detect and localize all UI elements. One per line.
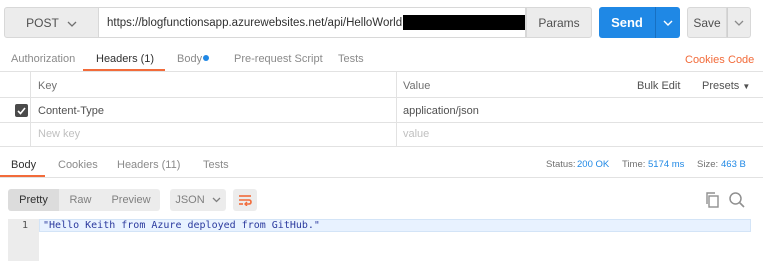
preview-button[interactable]: Preview (102, 189, 160, 211)
status-label: Status: (546, 159, 576, 170)
tab-response-body[interactable]: Body (11, 159, 36, 171)
presets-label: Presets (702, 80, 740, 92)
tab-tests[interactable]: Tests (338, 53, 364, 65)
chevron-down-icon (734, 17, 744, 29)
redacted-block (403, 15, 525, 30)
caret-down-icon: ▼ (742, 82, 751, 91)
tab-authorization[interactable]: Authorization (11, 53, 75, 65)
row-divider (0, 97, 763, 98)
format-type-label: JSON (175, 194, 205, 206)
time-label: Time: (622, 159, 646, 170)
header-key-field[interactable]: Content-Type (38, 105, 104, 117)
chevron-down-icon (67, 16, 77, 30)
format-type-select[interactable]: JSON (170, 189, 226, 211)
tabs-divider (0, 177, 763, 178)
tab-pre-request-script[interactable]: Pre-request Script (234, 53, 323, 65)
column-key: Key (38, 80, 57, 92)
copy-icon[interactable] (704, 191, 720, 209)
size-label: Size: (697, 159, 719, 170)
save-options-button[interactable] (727, 7, 751, 38)
tab-response-headers[interactable]: Headers (11) (117, 159, 180, 171)
tab-response-tests[interactable]: Tests (203, 159, 229, 171)
bulk-edit-link[interactable]: Bulk Edit (637, 80, 680, 92)
cookies-link[interactable]: Cookies (685, 54, 725, 66)
time-value: 5174 ms (648, 159, 685, 170)
size-value: 463 B (721, 159, 746, 170)
tab-body[interactable]: Body (177, 53, 202, 65)
body-indicator-dot (203, 55, 209, 61)
send-options-button[interactable] (655, 7, 680, 38)
column-divider (30, 72, 31, 147)
presets-dropdown[interactable]: Presets ▼ (702, 80, 750, 92)
chevron-down-icon (663, 17, 673, 29)
method-label: POST (26, 15, 59, 30)
header-enabled-checkbox[interactable] (15, 104, 28, 117)
status-value: 200 OK (577, 159, 610, 170)
header-value-field[interactable]: application/json (403, 105, 479, 117)
column-divider (396, 72, 397, 147)
pretty-button[interactable]: Pretty (8, 189, 59, 211)
search-icon[interactable] (728, 191, 746, 209)
line-number: 1 (22, 220, 29, 231)
code-link[interactable]: Code (728, 54, 754, 66)
wrap-lines-icon (239, 195, 252, 206)
column-value: Value (403, 80, 431, 92)
check-icon (17, 106, 26, 115)
new-key-input[interactable]: New key (38, 128, 80, 140)
chevron-down-icon (212, 194, 221, 206)
tab-headers[interactable]: Headers (1) (96, 53, 154, 65)
row-divider (0, 122, 763, 123)
url-text: https://blogfunctionsapp.azurewebsites.n… (107, 16, 403, 29)
url-input[interactable]: https://blogfunctionsapp.azurewebsites.n… (99, 7, 526, 38)
method-select[interactable]: POST (4, 7, 99, 38)
send-button[interactable]: Send (599, 7, 655, 38)
save-button[interactable]: Save (687, 7, 727, 38)
params-button[interactable]: Params (526, 7, 592, 38)
new-value-input[interactable]: value (403, 128, 429, 140)
wrap-lines-button[interactable] (233, 189, 257, 211)
raw-button[interactable]: Raw (59, 189, 102, 211)
tab-response-cookies[interactable]: Cookies (58, 159, 98, 171)
response-body-text[interactable]: "Hello Keith from Azure deployed from Gi… (43, 220, 320, 231)
